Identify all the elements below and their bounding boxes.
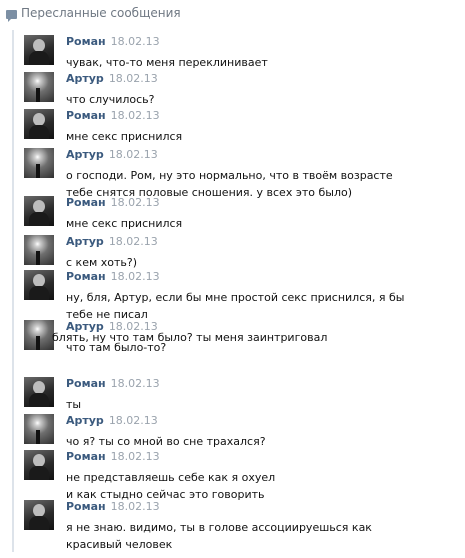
message-date[interactable]: 18.02.13 [111, 377, 160, 390]
message-text: не представляешь себе как я охуел [66, 471, 276, 484]
author-link[interactable]: Роман [66, 500, 106, 513]
author-link[interactable]: Роман [66, 196, 106, 209]
avatar[interactable] [24, 414, 54, 444]
avatar[interactable] [24, 148, 54, 178]
author-link[interactable]: Роман [66, 35, 106, 48]
author-link[interactable]: Артур [66, 414, 104, 427]
message-text: мне секс приснился [66, 217, 183, 230]
message-date[interactable]: 18.02.13 [109, 414, 158, 427]
message-text: что случилось? [66, 93, 155, 106]
avatar[interactable] [24, 377, 54, 407]
message-text: я не знаю. видимо, ты в голове ассоцииру… [66, 521, 372, 534]
message-date[interactable]: 18.02.13 [111, 196, 160, 209]
message-date[interactable]: 18.02.13 [111, 109, 160, 122]
avatar[interactable] [24, 109, 54, 139]
message-text: чо я? ты со мной во сне трахался? [66, 435, 266, 448]
message-text: ты [66, 398, 82, 411]
author-link[interactable]: Роман [66, 377, 106, 390]
author-link[interactable]: Артур [66, 148, 104, 161]
author-link[interactable]: Артур [66, 235, 104, 248]
author-link[interactable]: Роман [66, 270, 106, 283]
avatar[interactable] [24, 72, 54, 102]
message-text: красивый человек [66, 538, 173, 551]
message-bubble-icon [6, 9, 17, 22]
message-date[interactable]: 18.02.13 [111, 450, 160, 463]
message-text-continuation: блять, ну что там было? ты меня заинтриг… [52, 331, 328, 344]
message-text: с кем хоть?) [66, 256, 138, 269]
message-text: ну, бля, Артур, если бы мне простой секс… [66, 291, 405, 304]
message-date[interactable]: 18.02.13 [111, 270, 160, 283]
avatar[interactable] [24, 270, 54, 300]
message-text: чувак, что-то меня переклинивает [66, 56, 268, 69]
forwarded-header: Пересланные сообщения [6, 6, 181, 22]
avatar[interactable] [24, 35, 54, 65]
message-date[interactable]: 18.02.13 [111, 35, 160, 48]
avatar[interactable] [24, 320, 54, 350]
avatar[interactable] [24, 196, 54, 226]
message-date[interactable]: 18.02.13 [109, 72, 158, 85]
message-date[interactable]: 18.02.13 [109, 235, 158, 248]
avatar[interactable] [24, 450, 54, 480]
message-date[interactable]: 18.02.13 [111, 500, 160, 513]
forwarded-title: Пересланные сообщения [21, 6, 181, 20]
message-text: о господи. Ром, ну это нормально, что в … [66, 169, 393, 182]
message-date[interactable]: 18.02.13 [109, 148, 158, 161]
forwarded-thread: Роман 18.02.13 чувак, что-то меня перекли… [12, 30, 459, 552]
author-link[interactable]: Артур [66, 72, 104, 85]
author-link[interactable]: Роман [66, 450, 106, 463]
message-text: мне секс приснился [66, 130, 183, 143]
avatar[interactable] [24, 500, 54, 530]
avatar[interactable] [24, 235, 54, 265]
author-link[interactable]: Роман [66, 109, 106, 122]
